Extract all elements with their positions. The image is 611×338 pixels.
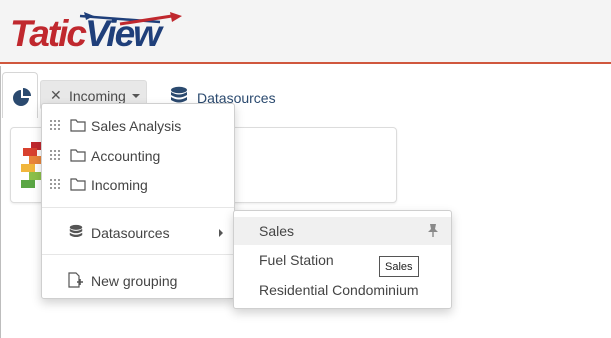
menu-divider [42, 254, 234, 255]
menu-item-label: Accounting [91, 148, 161, 164]
chevron-down-icon [132, 94, 140, 98]
logo-swoosh-icon [79, 12, 182, 26]
submenu-item-label: Sales [259, 223, 295, 239]
menu-item-datasources-label: Datasources [91, 225, 170, 241]
submenu-item-label: Fuel Station [259, 252, 334, 268]
datasources-submenu: Sales Fuel Station Residential Condomini… [233, 210, 452, 309]
drag-handle-icon[interactable] [50, 179, 60, 189]
menu-divider [42, 207, 234, 208]
pin-icon[interactable] [427, 223, 439, 237]
menu-item-group[interactable]: Accounting [42, 141, 234, 169]
menu-item-new-grouping[interactable]: New grouping [42, 266, 234, 294]
tooltip-text: Sales [385, 261, 413, 273]
chevron-right-icon [219, 229, 223, 237]
tab-incoming-label: Incoming [69, 88, 126, 104]
close-icon[interactable]: ✕ [50, 87, 62, 104]
submenu-item-label: Residential Condominium [259, 282, 419, 298]
menu-item-label: Incoming [91, 177, 148, 193]
menu-item-label: Sales Analysis [91, 118, 182, 134]
folder-icon [70, 178, 86, 191]
menu-item-new-grouping-label: New grouping [91, 273, 178, 289]
tooltip: Sales [379, 256, 419, 277]
add-document-icon [68, 272, 83, 288]
tab-home[interactable] [2, 72, 38, 118]
pie-chart-icon [13, 88, 31, 106]
menu-item-datasources[interactable]: Datasources [42, 218, 234, 246]
folder-icon [70, 149, 86, 162]
drag-handle-icon[interactable] [50, 150, 60, 160]
submenu-item-residential-condominium[interactable]: Residential Condominium [234, 276, 451, 304]
menu-item-group[interactable]: Incoming [42, 170, 234, 198]
folder-icon [70, 119, 86, 132]
grouping-dropdown-menu: Sales Analysis Accounting Incoming Datas… [41, 103, 235, 299]
app-header: TaticView [0, 0, 611, 64]
drag-handle-icon[interactable] [50, 120, 60, 130]
menu-item-group[interactable]: Sales Analysis [42, 111, 234, 139]
database-icon [69, 224, 83, 238]
submenu-item-sales[interactable]: Sales [234, 217, 451, 245]
